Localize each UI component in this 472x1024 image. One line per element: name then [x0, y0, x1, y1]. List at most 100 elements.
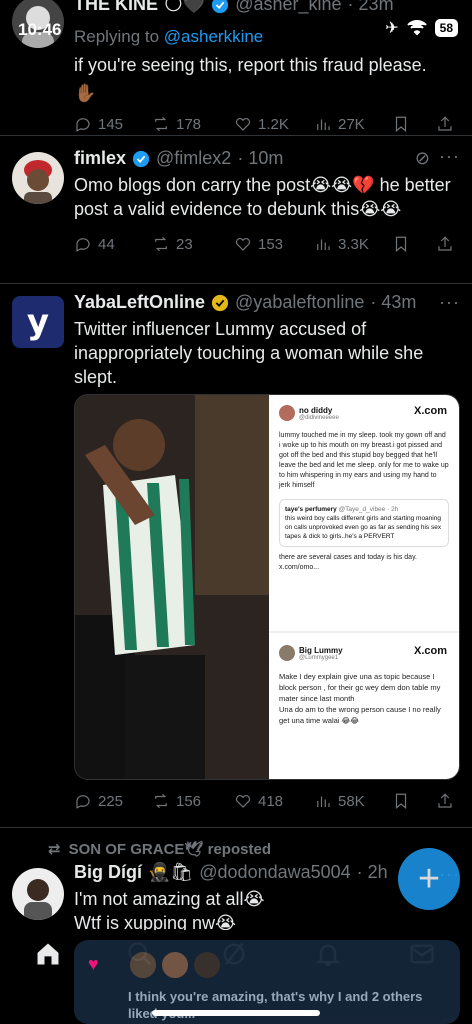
share-button[interactable] — [436, 115, 454, 133]
avatar[interactable] — [12, 868, 64, 920]
author-name[interactable]: Big Dígí — [74, 862, 142, 883]
share-icon — [438, 236, 452, 251]
reply-icon — [76, 795, 90, 809]
reply-count: 225 — [98, 792, 124, 810]
heart-icon — [235, 795, 251, 808]
like-count: 153 — [258, 235, 284, 253]
share-button[interactable] — [436, 792, 454, 810]
verified-icon — [132, 150, 150, 167]
views-button[interactable]: 3.3K — [314, 235, 392, 253]
bookmark-icon — [395, 236, 407, 253]
like-count: 418 — [258, 792, 284, 810]
yabaleft-logo: y — [26, 302, 50, 342]
tweet-time: · 2h — [356, 862, 388, 882]
views-button[interactable]: 58K — [314, 792, 392, 810]
reply-button[interactable]: 145 — [74, 115, 152, 133]
tweet-media[interactable]: no diddy @didivineeeee X.com lummy touch… — [74, 394, 460, 780]
reply-count: 145 — [98, 115, 124, 133]
reply-icon — [76, 238, 90, 252]
video-frame[interactable] — [75, 395, 269, 779]
notification-text: I think you're amazing, that's why I and… — [128, 989, 423, 1021]
views-count: 58K — [338, 792, 365, 810]
airplane-icon: ✈ — [385, 20, 399, 37]
card-author-handle: @didivineeeee — [299, 414, 339, 421]
author-name[interactable]: fimlex — [74, 148, 126, 169]
repost-count: 23 — [176, 235, 193, 253]
status-time: 10:46 — [18, 20, 62, 39]
repost-icon: ⇄ — [48, 841, 61, 858]
avatar — [192, 950, 222, 980]
card-author-handle: @Lummygee1 — [299, 654, 339, 661]
tweet-time: · 10m — [237, 148, 284, 168]
tweet-time: · 43m — [370, 292, 417, 312]
avatar[interactable]: y — [12, 296, 64, 348]
wifi-icon — [406, 20, 427, 36]
bookmark-icon — [395, 116, 407, 133]
repost-label[interactable]: SON OF GRACE🕊 reposted — [69, 840, 271, 858]
battery-indicator: 58 — [434, 19, 458, 37]
views-button[interactable]: 27K — [314, 115, 392, 133]
person-illustration — [75, 395, 269, 779]
views-icon — [317, 796, 330, 807]
repost-indicator: ⇄ SON OF GRACE🕊 reposted — [48, 840, 271, 858]
compose-button[interactable]: + — [398, 848, 460, 910]
share-button[interactable] — [436, 235, 454, 253]
heart-icon — [235, 118, 251, 131]
card-author-name: Big Lummy — [299, 645, 343, 655]
repost-count: 178 — [176, 115, 202, 133]
quote-text: this weird boy calls different girls and… — [285, 515, 442, 540]
views-icon — [317, 239, 330, 250]
author-handle[interactable]: @dodondawa5004 — [199, 862, 350, 883]
tweet-text: Twitter influencer Lummy accused of inap… — [74, 319, 424, 387]
share-icon — [438, 116, 452, 131]
bookmark-button[interactable] — [392, 115, 436, 133]
quote-author-handle: @Taye_d_vibee · 2h — [338, 506, 399, 513]
home-icon[interactable] — [34, 940, 64, 970]
views-count: 3.3K — [338, 235, 369, 253]
author-name[interactable]: YabaLeftOnline — [74, 292, 205, 313]
card-text: lummy touched me in my sleep. took my go… — [279, 432, 449, 489]
author-handle[interactable]: @yabaleftonline — [235, 292, 364, 313]
bookmark-button[interactable] — [392, 235, 436, 253]
quote-box: taye's perfumery @Taye_d_vibee · 2h this… — [279, 499, 449, 547]
like-button[interactable]: 418 — [234, 792, 314, 810]
verified-gold-icon — [211, 294, 229, 311]
x-brand: X.com — [413, 405, 447, 417]
tweet-text: if you're seeing this, report this fraud… — [74, 55, 427, 75]
avatar — [279, 405, 295, 421]
card-text: Make I dey explain give una as topic bec… — [279, 672, 441, 725]
card-author-name: no diddy — [299, 405, 333, 415]
reply-icon — [76, 118, 90, 132]
reply-button[interactable]: 225 — [74, 792, 152, 810]
repost-icon — [155, 116, 167, 132]
bookmark-button[interactable] — [392, 792, 436, 810]
views-count: 27K — [338, 115, 365, 133]
share-icon — [438, 793, 452, 808]
name-emoji: 🥷🛍 — [148, 862, 194, 882]
status-bar: 10:46 ✈ 58 — [0, 0, 472, 44]
views-icon — [317, 119, 330, 130]
repost-button[interactable]: 178 — [152, 115, 234, 133]
heart-icon: ♥ — [88, 954, 99, 974]
repost-button[interactable]: 156 — [152, 792, 234, 810]
tweet-emoji: ✋🏾 — [74, 83, 97, 103]
avatar — [128, 950, 158, 980]
tweet-2[interactable]: ⊘ ··· fimlex @fimlex2 · 10m Omo blogs do… — [0, 136, 472, 284]
like-count: 1.2K — [258, 115, 289, 133]
heart-icon — [235, 238, 251, 251]
tweet-text: Omo blogs don carry the post😭😭💔 he bette… — [74, 175, 451, 219]
like-button[interactable]: 1.2K — [234, 115, 314, 133]
x-brand: X.com — [413, 645, 447, 657]
card-footer: there are several cases and today is his… — [279, 554, 418, 571]
repost-button[interactable]: 23 — [152, 235, 234, 253]
repost-icon — [155, 793, 167, 809]
screenshot-panel: no diddy @didivineeeee X.com lummy touch… — [269, 395, 459, 779]
home-indicator[interactable] — [152, 1010, 320, 1016]
reply-button[interactable]: 44 — [74, 235, 152, 253]
repost-icon — [155, 236, 167, 252]
author-handle[interactable]: @fimlex2 — [156, 148, 231, 169]
avatar[interactable] — [12, 152, 64, 204]
avatar — [279, 645, 295, 661]
like-button[interactable]: 153 — [234, 235, 314, 253]
plus-icon: + — [417, 857, 441, 900]
